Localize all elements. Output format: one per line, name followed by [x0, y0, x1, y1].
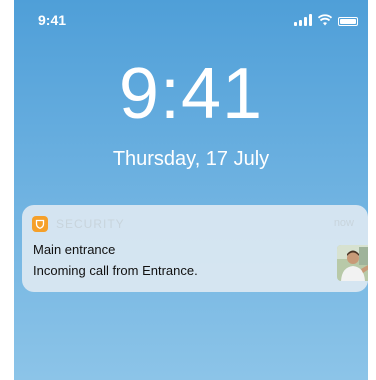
status-icons — [294, 14, 358, 26]
signal-icon — [294, 14, 312, 26]
lock-screen-date: Thursday, 17 July — [112, 148, 270, 170]
status-time: 9:41 — [38, 12, 67, 28]
shield-icon — [32, 216, 48, 232]
lock-screen-time: 9:41 — [118, 54, 264, 134]
notification-timestamp: now — [333, 217, 354, 229]
lock-screen: 9:41 9:41 Thursday, 17 July SECURITY now… — [14, 0, 368, 380]
notification-app-name: SECURITY — [56, 217, 125, 231]
wifi-icon — [318, 14, 332, 26]
notification-title: Main entrance — [33, 242, 116, 257]
battery-icon — [338, 17, 358, 26]
visitor-photo — [337, 245, 368, 281]
notification-body: Incoming call from Entrance. — [33, 263, 198, 278]
status-bar: 9:41 — [14, 0, 368, 40]
notification-card[interactable]: SECURITY now Main entrance Incoming call… — [22, 205, 368, 292]
